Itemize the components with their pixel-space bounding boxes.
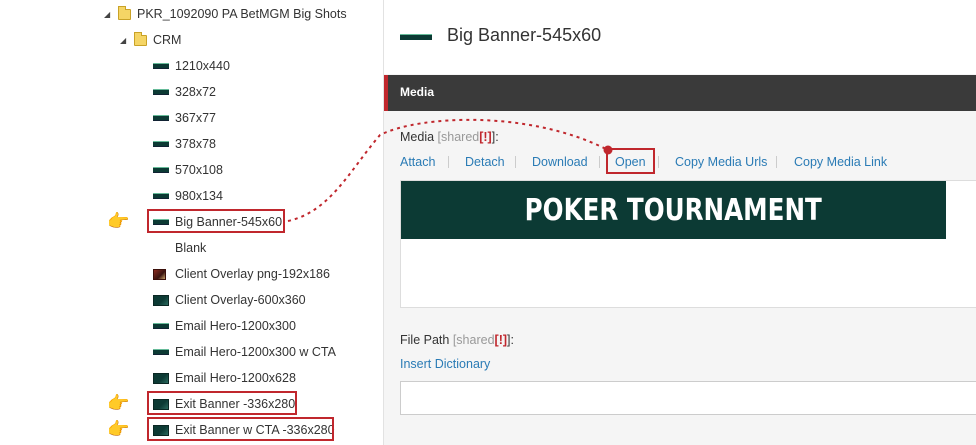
collapse-arrow-icon[interactable]: ◢	[104, 10, 114, 19]
tree-item[interactable]: 570x108	[153, 159, 223, 181]
item-thumbnail-icon	[153, 294, 169, 306]
pointing-hand-icon: 👉	[107, 419, 130, 439]
collapse-arrow-icon[interactable]: ◢	[120, 36, 130, 45]
tree-item-label: 1210x440	[175, 59, 230, 73]
shared-warning[interactable]: [!]	[479, 130, 492, 144]
tree-item[interactable]: Email Hero-1200x300 w CTA	[153, 341, 336, 363]
tree-subfolder-crm[interactable]: ◢ CRM	[120, 29, 181, 51]
item-thumbnail-icon	[153, 167, 169, 173]
tree-item[interactable]: Client Overlay png-192x186	[153, 263, 330, 285]
filepath-field-label: File Path [shared[!]]:	[400, 333, 514, 347]
tree-item-label: Blank	[175, 241, 207, 255]
folder-icon	[134, 31, 147, 46]
item-thumbnail-icon	[153, 193, 169, 199]
media-field-label: Media [shared[!]]:	[400, 130, 499, 144]
item-thumbnail-icon	[153, 89, 169, 95]
item-thumbnail-icon	[153, 141, 169, 147]
detach-link[interactable]: Detach	[465, 155, 505, 169]
pointing-hand-icon: 👉	[107, 211, 130, 231]
tree-root-folder-label: PKR_1092090 PA BetMGM Big Shots	[137, 7, 347, 21]
highlight-box	[147, 209, 285, 233]
tree-item[interactable]: Blank	[153, 237, 206, 259]
tree-item-label: Client Overlay png-192x186	[175, 267, 330, 281]
item-editor: Big Banner-545x60 Media Media [shared[!]…	[384, 0, 976, 445]
item-thumbnail-icon	[153, 115, 169, 121]
item-header: Big Banner-545x60	[384, 0, 976, 74]
tree-item-label: 328x72	[175, 85, 217, 99]
divider	[515, 156, 516, 168]
item-thumbnail-icon	[153, 372, 169, 384]
tree-item[interactable]: 1210x440	[153, 55, 230, 77]
media-preview-image: POKER TOURNAMENT	[401, 181, 946, 239]
tree-root-folder[interactable]: ◢ PKR_1092090 PA BetMGM Big Shots	[104, 3, 347, 25]
field-name: File Path	[400, 333, 450, 347]
tree-item-label: Email Hero-1200x300 w CTA	[175, 345, 336, 359]
tree-item-label: Client Overlay-600x360	[175, 293, 306, 307]
highlight-box	[606, 148, 655, 174]
tree-item[interactable]: Email Hero-1200x300	[153, 315, 296, 337]
highlight-box	[147, 391, 297, 415]
tree-item[interactable]: 378x78	[153, 133, 216, 155]
divider	[658, 156, 659, 168]
section-title: Media	[400, 85, 435, 99]
folder-icon	[118, 5, 131, 20]
item-thumbnail-icon	[153, 323, 169, 329]
tree-subfolder-label: CRM	[153, 33, 182, 47]
item-thumbnail-icon	[153, 268, 166, 280]
item-thumbnail	[400, 34, 432, 40]
section-header-media[interactable]: Media	[384, 75, 976, 111]
divider	[599, 156, 600, 168]
banner-text: POKER TOURNAMENT	[524, 192, 823, 228]
field-label-close: ]:	[507, 333, 514, 347]
tree-item-label: 367x77	[175, 111, 217, 125]
insert-dictionary-link[interactable]: Insert Dictionary	[400, 357, 490, 371]
tree-item[interactable]: 980x134	[153, 185, 223, 207]
tree-item-label: Email Hero-1200x300	[175, 319, 296, 333]
tree-item-label: 570x108	[175, 163, 223, 177]
tree-item[interactable]: Email Hero-1200x628	[153, 367, 296, 389]
field-label-close: ]:	[491, 130, 499, 144]
item-thumbnail-icon	[153, 245, 169, 251]
content-tree: ◢ PKR_1092090 PA BetMGM Big Shots ◢ CRM …	[0, 0, 383, 445]
shared-marker: [shared	[437, 130, 480, 144]
filepath-input[interactable]	[400, 381, 976, 415]
download-link[interactable]: Download	[532, 155, 588, 169]
attach-link[interactable]: Attach	[400, 155, 435, 169]
tree-item-label: 378x78	[175, 137, 217, 151]
highlight-box	[147, 417, 334, 441]
shared-warning[interactable]: [!]	[495, 333, 508, 347]
tree-item[interactable]: Client Overlay-600x360	[153, 289, 306, 311]
divider	[448, 156, 449, 168]
tree-item-label: 980x134	[175, 189, 223, 203]
item-thumbnail-icon	[153, 63, 169, 69]
page-title: Big Banner-545x60	[447, 25, 602, 45]
tree-item-label: Email Hero-1200x628	[175, 371, 296, 385]
tree-item[interactable]: 367x77	[153, 107, 216, 129]
tree-item[interactable]: 328x72	[153, 81, 216, 103]
copy-media-link-link[interactable]: Copy Media Link	[794, 155, 887, 169]
shared-marker: [shared	[452, 333, 495, 347]
divider	[776, 156, 777, 168]
item-thumbnail-icon	[153, 349, 169, 355]
pointing-hand-icon: 👉	[107, 393, 130, 413]
copy-media-urls-link[interactable]: Copy Media Urls	[675, 155, 767, 169]
field-name: Media	[400, 130, 435, 144]
